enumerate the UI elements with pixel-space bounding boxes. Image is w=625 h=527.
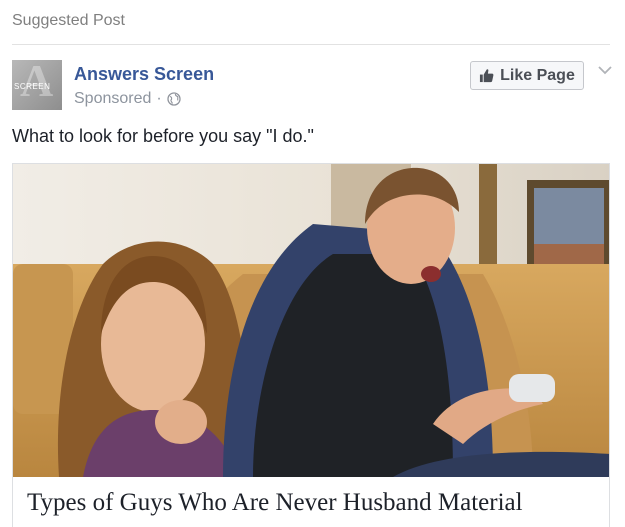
- link-preview-card[interactable]: Types of Guys Who Are Never Husband Mate…: [12, 163, 610, 527]
- link-caption-area[interactable]: Types of Guys Who Are Never Husband Mate…: [13, 477, 609, 527]
- suggested-post-label: Suggested Post: [12, 12, 125, 29]
- link-headline[interactable]: Types of Guys Who Are Never Husband Mate…: [27, 489, 523, 517]
- thumbs-up-icon: [480, 69, 494, 83]
- page-avatar[interactable]: A SCREEN: [12, 60, 62, 110]
- header-divider: [12, 44, 610, 45]
- page-name-link[interactable]: Answers Screen: [74, 64, 214, 85]
- chevron-down-icon[interactable]: [597, 64, 613, 76]
- sponsored-label[interactable]: Sponsored: [74, 90, 151, 108]
- avatar-text: SCREEN: [14, 82, 51, 91]
- post-meta: Sponsored ·: [74, 90, 181, 108]
- meta-separator: ·: [156, 90, 162, 107]
- post-text: What to look for before you say "I do.": [12, 126, 314, 146]
- like-page-label: Like Page: [500, 66, 575, 84]
- link-preview-image[interactable]: [13, 164, 610, 477]
- globe-icon: [167, 92, 181, 106]
- like-page-button[interactable]: Like Page: [470, 61, 584, 90]
